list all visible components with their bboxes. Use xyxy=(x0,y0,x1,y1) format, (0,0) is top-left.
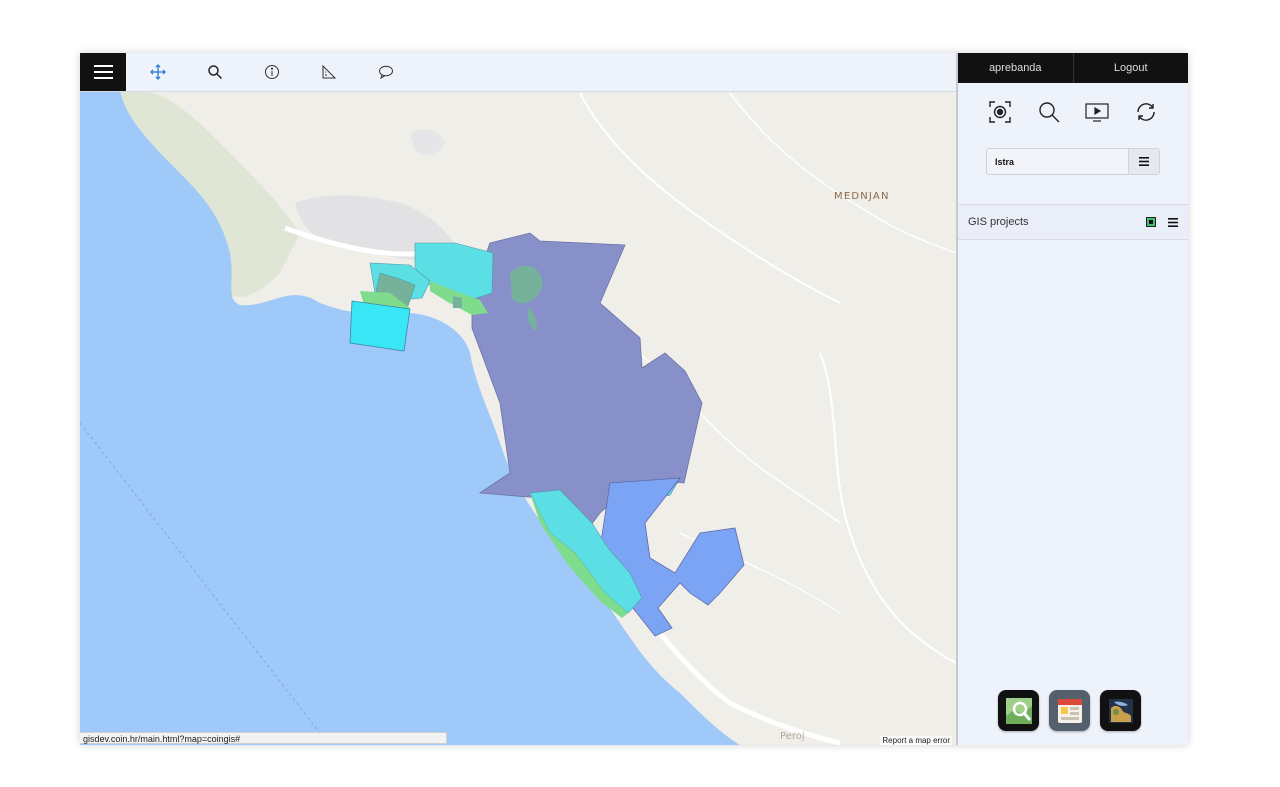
project-menu-icon[interactable] xyxy=(1128,149,1159,174)
gis-projects-title: GIS projects xyxy=(968,216,1029,228)
project-select[interactable]: Istra xyxy=(986,148,1160,175)
map-area[interactable]: MEDNJAN Peroj gisdev.coin.hr/main.html?m… xyxy=(80,53,956,745)
place-label: Peroj xyxy=(780,731,805,742)
logout-button[interactable]: Logout xyxy=(1074,53,1189,83)
world-app-icon[interactable] xyxy=(1100,690,1141,731)
project-select-value: Istra xyxy=(995,156,1015,167)
map-toolbar xyxy=(80,53,956,92)
presentation-icon[interactable] xyxy=(1084,99,1110,125)
measure-icon[interactable] xyxy=(318,61,340,83)
panel-toolbar xyxy=(958,83,1188,129)
side-panel: aprebanda Logout Istra GIS projects xyxy=(956,53,1188,745)
username-button[interactable]: aprebanda xyxy=(958,53,1074,83)
layer-toggle-checkbox[interactable] xyxy=(1146,217,1156,227)
locate-icon[interactable] xyxy=(987,99,1013,125)
gis-projects-row[interactable]: GIS projects xyxy=(958,204,1188,240)
search-icon[interactable] xyxy=(204,61,226,83)
refresh-icon[interactable] xyxy=(1133,99,1159,125)
map-canvas[interactable] xyxy=(80,53,956,745)
map-search-app-icon[interactable] xyxy=(998,690,1039,731)
search-icon[interactable] xyxy=(1036,99,1062,125)
user-bar: aprebanda Logout xyxy=(958,53,1188,83)
info-icon[interactable] xyxy=(261,61,283,83)
gis-menu-icon[interactable] xyxy=(1168,217,1178,227)
calendar-app-icon[interactable] xyxy=(1049,690,1090,731)
town-label: MEDNJAN xyxy=(834,191,890,202)
pan-icon[interactable] xyxy=(147,61,169,83)
app-launcher xyxy=(998,690,1141,731)
status-url: gisdev.coin.hr/main.html?map=coingis# xyxy=(80,732,447,744)
hamburger-menu-icon[interactable] xyxy=(80,53,126,91)
comment-icon[interactable] xyxy=(375,61,397,83)
app-window: MEDNJAN Peroj gisdev.coin.hr/main.html?m… xyxy=(80,53,1188,745)
report-map-error-link[interactable]: Report a map error xyxy=(880,736,952,745)
